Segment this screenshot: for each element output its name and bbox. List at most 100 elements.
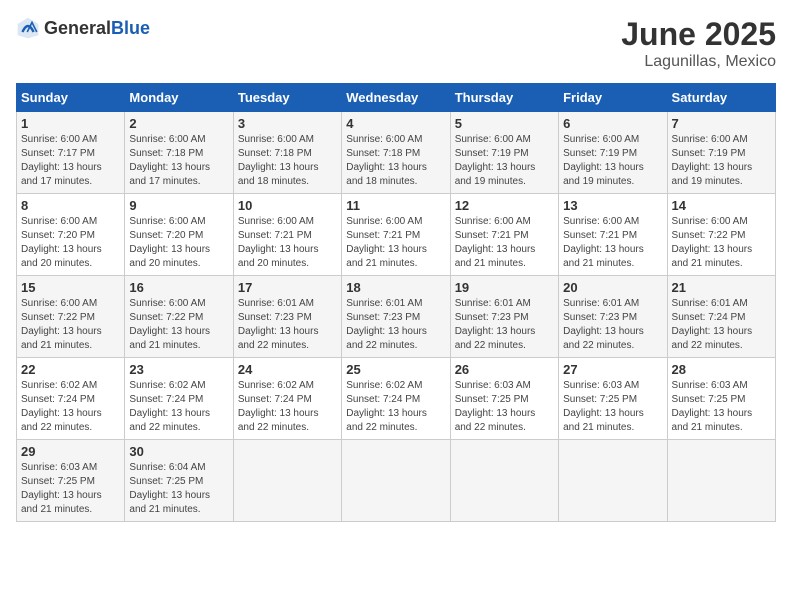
logo: GeneralBlue bbox=[16, 16, 150, 40]
table-row: 20 Sunrise: 6:01 AMSunset: 7:23 PMDaylig… bbox=[559, 276, 667, 358]
table-row: 1 Sunrise: 6:00 AMSunset: 7:17 PMDayligh… bbox=[17, 112, 125, 194]
day-info: Sunrise: 6:02 AMSunset: 7:24 PMDaylight:… bbox=[21, 380, 102, 433]
day-number: 29 bbox=[21, 444, 120, 459]
day-number: 7 bbox=[672, 116, 771, 131]
calendar-week-row: 15 Sunrise: 6:00 AMSunset: 7:22 PMDaylig… bbox=[17, 276, 776, 358]
day-number: 6 bbox=[563, 116, 662, 131]
table-row: 19 Sunrise: 6:01 AMSunset: 7:23 PMDaylig… bbox=[450, 276, 558, 358]
table-row bbox=[342, 440, 450, 522]
table-row: 16 Sunrise: 6:00 AMSunset: 7:22 PMDaylig… bbox=[125, 276, 233, 358]
header-monday: Monday bbox=[125, 84, 233, 112]
header-saturday: Saturday bbox=[667, 84, 775, 112]
calendar-week-row: 22 Sunrise: 6:02 AMSunset: 7:24 PMDaylig… bbox=[17, 358, 776, 440]
day-info: Sunrise: 6:00 AMSunset: 7:19 PMDaylight:… bbox=[455, 134, 536, 187]
table-row: 8 Sunrise: 6:00 AMSunset: 7:20 PMDayligh… bbox=[17, 194, 125, 276]
table-row: 29 Sunrise: 6:03 AMSunset: 7:25 PMDaylig… bbox=[17, 440, 125, 522]
logo-general: General bbox=[44, 18, 111, 38]
logo-icon bbox=[16, 16, 40, 40]
calendar-header-row: Sunday Monday Tuesday Wednesday Thursday… bbox=[17, 84, 776, 112]
day-info: Sunrise: 6:01 AMSunset: 7:24 PMDaylight:… bbox=[672, 298, 753, 351]
day-number: 4 bbox=[346, 116, 445, 131]
table-row: 11 Sunrise: 6:00 AMSunset: 7:21 PMDaylig… bbox=[342, 194, 450, 276]
day-info: Sunrise: 6:02 AMSunset: 7:24 PMDaylight:… bbox=[346, 380, 427, 433]
day-info: Sunrise: 6:00 AMSunset: 7:20 PMDaylight:… bbox=[21, 216, 102, 269]
day-info: Sunrise: 6:01 AMSunset: 7:23 PMDaylight:… bbox=[563, 298, 644, 351]
day-number: 25 bbox=[346, 362, 445, 377]
table-row: 26 Sunrise: 6:03 AMSunset: 7:25 PMDaylig… bbox=[450, 358, 558, 440]
table-row: 27 Sunrise: 6:03 AMSunset: 7:25 PMDaylig… bbox=[559, 358, 667, 440]
table-row bbox=[450, 440, 558, 522]
day-info: Sunrise: 6:00 AMSunset: 7:19 PMDaylight:… bbox=[672, 134, 753, 187]
calendar-week-row: 1 Sunrise: 6:00 AMSunset: 7:17 PMDayligh… bbox=[17, 112, 776, 194]
header-thursday: Thursday bbox=[450, 84, 558, 112]
day-info: Sunrise: 6:01 AMSunset: 7:23 PMDaylight:… bbox=[455, 298, 536, 351]
day-number: 12 bbox=[455, 198, 554, 213]
day-number: 17 bbox=[238, 280, 337, 295]
table-row: 21 Sunrise: 6:01 AMSunset: 7:24 PMDaylig… bbox=[667, 276, 775, 358]
table-row bbox=[233, 440, 341, 522]
day-info: Sunrise: 6:03 AMSunset: 7:25 PMDaylight:… bbox=[21, 462, 102, 515]
table-row: 7 Sunrise: 6:00 AMSunset: 7:19 PMDayligh… bbox=[667, 112, 775, 194]
day-info: Sunrise: 6:02 AMSunset: 7:24 PMDaylight:… bbox=[129, 380, 210, 433]
day-info: Sunrise: 6:00 AMSunset: 7:19 PMDaylight:… bbox=[563, 134, 644, 187]
calendar-week-row: 29 Sunrise: 6:03 AMSunset: 7:25 PMDaylig… bbox=[17, 440, 776, 522]
day-info: Sunrise: 6:00 AMSunset: 7:22 PMDaylight:… bbox=[672, 216, 753, 269]
day-number: 2 bbox=[129, 116, 228, 131]
day-info: Sunrise: 6:00 AMSunset: 7:21 PMDaylight:… bbox=[455, 216, 536, 269]
day-number: 13 bbox=[563, 198, 662, 213]
day-info: Sunrise: 6:03 AMSunset: 7:25 PMDaylight:… bbox=[672, 380, 753, 433]
table-row: 17 Sunrise: 6:01 AMSunset: 7:23 PMDaylig… bbox=[233, 276, 341, 358]
day-number: 10 bbox=[238, 198, 337, 213]
title-area: June 2025 Lagunillas, Mexico bbox=[621, 16, 776, 71]
table-row: 15 Sunrise: 6:00 AMSunset: 7:22 PMDaylig… bbox=[17, 276, 125, 358]
day-number: 11 bbox=[346, 198, 445, 213]
table-row: 23 Sunrise: 6:02 AMSunset: 7:24 PMDaylig… bbox=[125, 358, 233, 440]
day-info: Sunrise: 6:00 AMSunset: 7:17 PMDaylight:… bbox=[21, 134, 102, 187]
day-info: Sunrise: 6:00 AMSunset: 7:18 PMDaylight:… bbox=[346, 134, 427, 187]
day-number: 5 bbox=[455, 116, 554, 131]
day-info: Sunrise: 6:04 AMSunset: 7:25 PMDaylight:… bbox=[129, 462, 210, 515]
day-info: Sunrise: 6:01 AMSunset: 7:23 PMDaylight:… bbox=[346, 298, 427, 351]
day-info: Sunrise: 6:00 AMSunset: 7:21 PMDaylight:… bbox=[238, 216, 319, 269]
table-row: 10 Sunrise: 6:00 AMSunset: 7:21 PMDaylig… bbox=[233, 194, 341, 276]
day-number: 15 bbox=[21, 280, 120, 295]
header-sunday: Sunday bbox=[17, 84, 125, 112]
day-number: 22 bbox=[21, 362, 120, 377]
day-info: Sunrise: 6:03 AMSunset: 7:25 PMDaylight:… bbox=[455, 380, 536, 433]
table-row: 12 Sunrise: 6:00 AMSunset: 7:21 PMDaylig… bbox=[450, 194, 558, 276]
table-row: 9 Sunrise: 6:00 AMSunset: 7:20 PMDayligh… bbox=[125, 194, 233, 276]
day-info: Sunrise: 6:00 AMSunset: 7:18 PMDaylight:… bbox=[129, 134, 210, 187]
table-row: 5 Sunrise: 6:00 AMSunset: 7:19 PMDayligh… bbox=[450, 112, 558, 194]
table-row: 18 Sunrise: 6:01 AMSunset: 7:23 PMDaylig… bbox=[342, 276, 450, 358]
day-info: Sunrise: 6:00 AMSunset: 7:20 PMDaylight:… bbox=[129, 216, 210, 269]
table-row: 13 Sunrise: 6:00 AMSunset: 7:21 PMDaylig… bbox=[559, 194, 667, 276]
calendar-table: Sunday Monday Tuesday Wednesday Thursday… bbox=[16, 83, 776, 522]
logo-text: GeneralBlue bbox=[44, 18, 150, 39]
table-row: 2 Sunrise: 6:00 AMSunset: 7:18 PMDayligh… bbox=[125, 112, 233, 194]
day-number: 8 bbox=[21, 198, 120, 213]
day-info: Sunrise: 6:00 AMSunset: 7:22 PMDaylight:… bbox=[129, 298, 210, 351]
table-row: 28 Sunrise: 6:03 AMSunset: 7:25 PMDaylig… bbox=[667, 358, 775, 440]
table-row: 4 Sunrise: 6:00 AMSunset: 7:18 PMDayligh… bbox=[342, 112, 450, 194]
day-number: 9 bbox=[129, 198, 228, 213]
logo-blue: Blue bbox=[111, 18, 150, 38]
day-number: 20 bbox=[563, 280, 662, 295]
day-number: 3 bbox=[238, 116, 337, 131]
day-info: Sunrise: 6:00 AMSunset: 7:18 PMDaylight:… bbox=[238, 134, 319, 187]
calendar-week-row: 8 Sunrise: 6:00 AMSunset: 7:20 PMDayligh… bbox=[17, 194, 776, 276]
table-row: 22 Sunrise: 6:02 AMSunset: 7:24 PMDaylig… bbox=[17, 358, 125, 440]
header-friday: Friday bbox=[559, 84, 667, 112]
calendar-subtitle: Lagunillas, Mexico bbox=[621, 53, 776, 71]
day-number: 23 bbox=[129, 362, 228, 377]
page-header: GeneralBlue June 2025 Lagunillas, Mexico bbox=[16, 16, 776, 71]
table-row: 30 Sunrise: 6:04 AMSunset: 7:25 PMDaylig… bbox=[125, 440, 233, 522]
day-number: 30 bbox=[129, 444, 228, 459]
calendar-title: June 2025 bbox=[621, 16, 776, 53]
day-number: 27 bbox=[563, 362, 662, 377]
day-info: Sunrise: 6:01 AMSunset: 7:23 PMDaylight:… bbox=[238, 298, 319, 351]
day-number: 14 bbox=[672, 198, 771, 213]
table-row: 3 Sunrise: 6:00 AMSunset: 7:18 PMDayligh… bbox=[233, 112, 341, 194]
day-info: Sunrise: 6:03 AMSunset: 7:25 PMDaylight:… bbox=[563, 380, 644, 433]
day-info: Sunrise: 6:00 AMSunset: 7:21 PMDaylight:… bbox=[346, 216, 427, 269]
day-number: 26 bbox=[455, 362, 554, 377]
